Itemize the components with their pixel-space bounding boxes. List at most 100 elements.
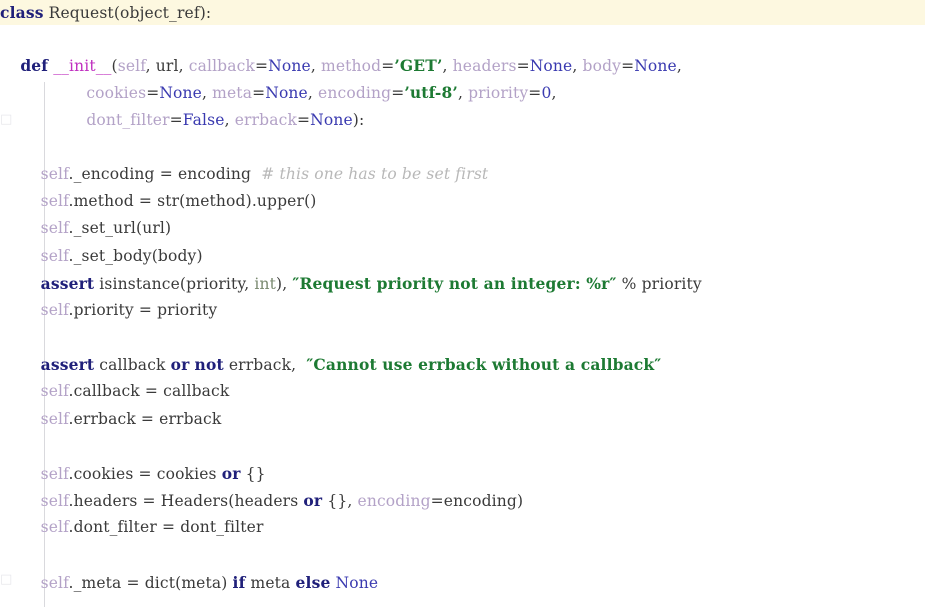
line-self-headers[interactable]: self.headers = Headers(headers or {}, en… <box>0 487 925 514</box>
code-token: or <box>170 355 190 375</box>
code-token: priority <box>73 300 134 319</box>
code-token: or <box>221 464 241 483</box>
line-self-method[interactable]: self.method = str(method).upper() <box>0 188 925 215</box>
code-token: errback <box>73 409 136 428</box>
code-token: method <box>185 192 246 211</box>
code-token: not <box>194 355 224 375</box>
code-token: # this one has to be set first <box>261 164 489 183</box>
code-token: _encoding <box>73 164 155 183</box>
code-token: dict <box>144 573 176 592</box>
code-token: self <box>40 219 69 238</box>
code-token: = <box>252 84 266 103</box>
code-token: , <box>676 57 682 76</box>
code-token: = <box>133 192 158 211</box>
code-token: , <box>457 84 469 103</box>
code-token: callback <box>73 382 140 401</box>
code-token: , <box>178 57 189 76</box>
code-token: else <box>295 572 331 592</box>
code-token: or <box>303 491 323 511</box>
line-blank-4[interactable] <box>0 433 925 460</box>
code-token: class <box>0 3 44 22</box>
line-assert-callback[interactable]: assert callback or not errback, ″Cannot … <box>0 351 925 378</box>
code-token: , <box>307 84 319 103</box>
code-token: meta <box>212 84 253 103</box>
line-def-init-cont-1[interactable]: cookies=None, meta=None, encoding=’utf-8… <box>0 79 925 106</box>
code-token: ’utf-8’ <box>404 83 458 103</box>
code-token: ): <box>352 110 365 129</box>
code-token: = <box>139 382 164 401</box>
line-blank-2[interactable] <box>0 134 925 161</box>
code-token: ″Request priority not an integer: %r″ <box>292 273 617 293</box>
code-token: encoding <box>177 164 252 183</box>
code-token: None <box>335 573 379 592</box>
code-token: callback <box>99 356 166 375</box>
code-token: , <box>551 84 557 103</box>
code-token: ) <box>196 246 203 265</box>
code-token: None <box>159 84 202 103</box>
code-token: self <box>40 518 69 537</box>
code-token: , <box>310 57 321 76</box>
line-self-dont-filter[interactable]: self.dont_filter = dont_filter <box>0 514 925 541</box>
line-def-init-cont-2[interactable]: dont_filter=False, errback=None): <box>0 107 925 134</box>
code-text-surface[interactable]: class Request(object_ref): def __init__(… <box>0 0 925 596</box>
line-self-errback[interactable]: self.errback = errback <box>0 406 925 433</box>
code-token: ): <box>199 4 212 22</box>
code-token: = <box>297 110 311 129</box>
line-self-set-body[interactable]: self._set_body(body) <box>0 243 925 270</box>
code-token: self <box>40 164 69 183</box>
line-assert-priority[interactable]: assert isinstance(priority, int), ″Reque… <box>0 270 925 297</box>
code-token: assert <box>40 273 95 293</box>
code-token: meta <box>181 573 222 592</box>
code-token: ). <box>245 192 257 211</box>
code-token: None <box>634 57 677 76</box>
code-token: body <box>157 246 197 265</box>
line-def-init[interactable]: def __init__(self, url, callback=None, m… <box>0 52 925 79</box>
line-self-meta[interactable]: self._meta = dict(meta) if meta else Non… <box>0 569 925 596</box>
code-token: = <box>255 57 269 76</box>
code-token: headers <box>452 57 517 76</box>
code-token: if <box>232 572 246 592</box>
code-token: dont_filter <box>180 518 264 537</box>
code-token: _set_url <box>73 219 136 238</box>
code-token: dont_filter <box>73 518 157 537</box>
code-editor-viewport[interactable]: □ □ class Request(object_ref): def __ini… <box>0 0 925 607</box>
line-self-cookies[interactable]: self.cookies = cookies or {} <box>0 460 925 487</box>
code-token: url <box>142 219 165 238</box>
line-self-callback[interactable]: self.callback = callback <box>0 378 925 405</box>
code-token: , <box>442 57 453 76</box>
code-token: = <box>137 492 161 511</box>
code-token: = <box>169 110 183 129</box>
code-token: = <box>133 465 157 483</box>
code-token: ’GET’ <box>394 56 443 76</box>
line-blank-3[interactable] <box>0 324 925 351</box>
line-self-priority[interactable]: self.priority = priority <box>0 297 925 324</box>
code-token: encoding <box>443 492 517 511</box>
code-token: __init__ <box>53 57 112 76</box>
code-token: None <box>268 57 311 76</box>
line-self-set-url[interactable]: self._set_url(url) <box>0 215 925 242</box>
code-token: , <box>244 274 255 293</box>
code-token: meta <box>250 573 291 592</box>
code-token: priority <box>641 274 702 293</box>
code-token: () <box>304 192 317 211</box>
line-class-request[interactable]: class Request(object_ref): <box>0 0 925 25</box>
code-token: priority <box>468 84 529 103</box>
code-token: self <box>40 465 69 483</box>
code-token: , <box>145 57 156 76</box>
code-token: = <box>146 84 160 103</box>
code-token: errback <box>228 356 292 375</box>
code-token: self <box>40 573 69 592</box>
line-self-encoding[interactable]: self._encoding = encoding # this one has… <box>0 161 925 188</box>
code-token: isinstance <box>99 274 180 293</box>
code-token: None <box>310 110 353 129</box>
code-token: ) <box>516 492 524 511</box>
line-blank-1[interactable] <box>0 25 925 52</box>
code-token: self <box>40 300 69 319</box>
line-blank-5[interactable] <box>0 542 925 569</box>
